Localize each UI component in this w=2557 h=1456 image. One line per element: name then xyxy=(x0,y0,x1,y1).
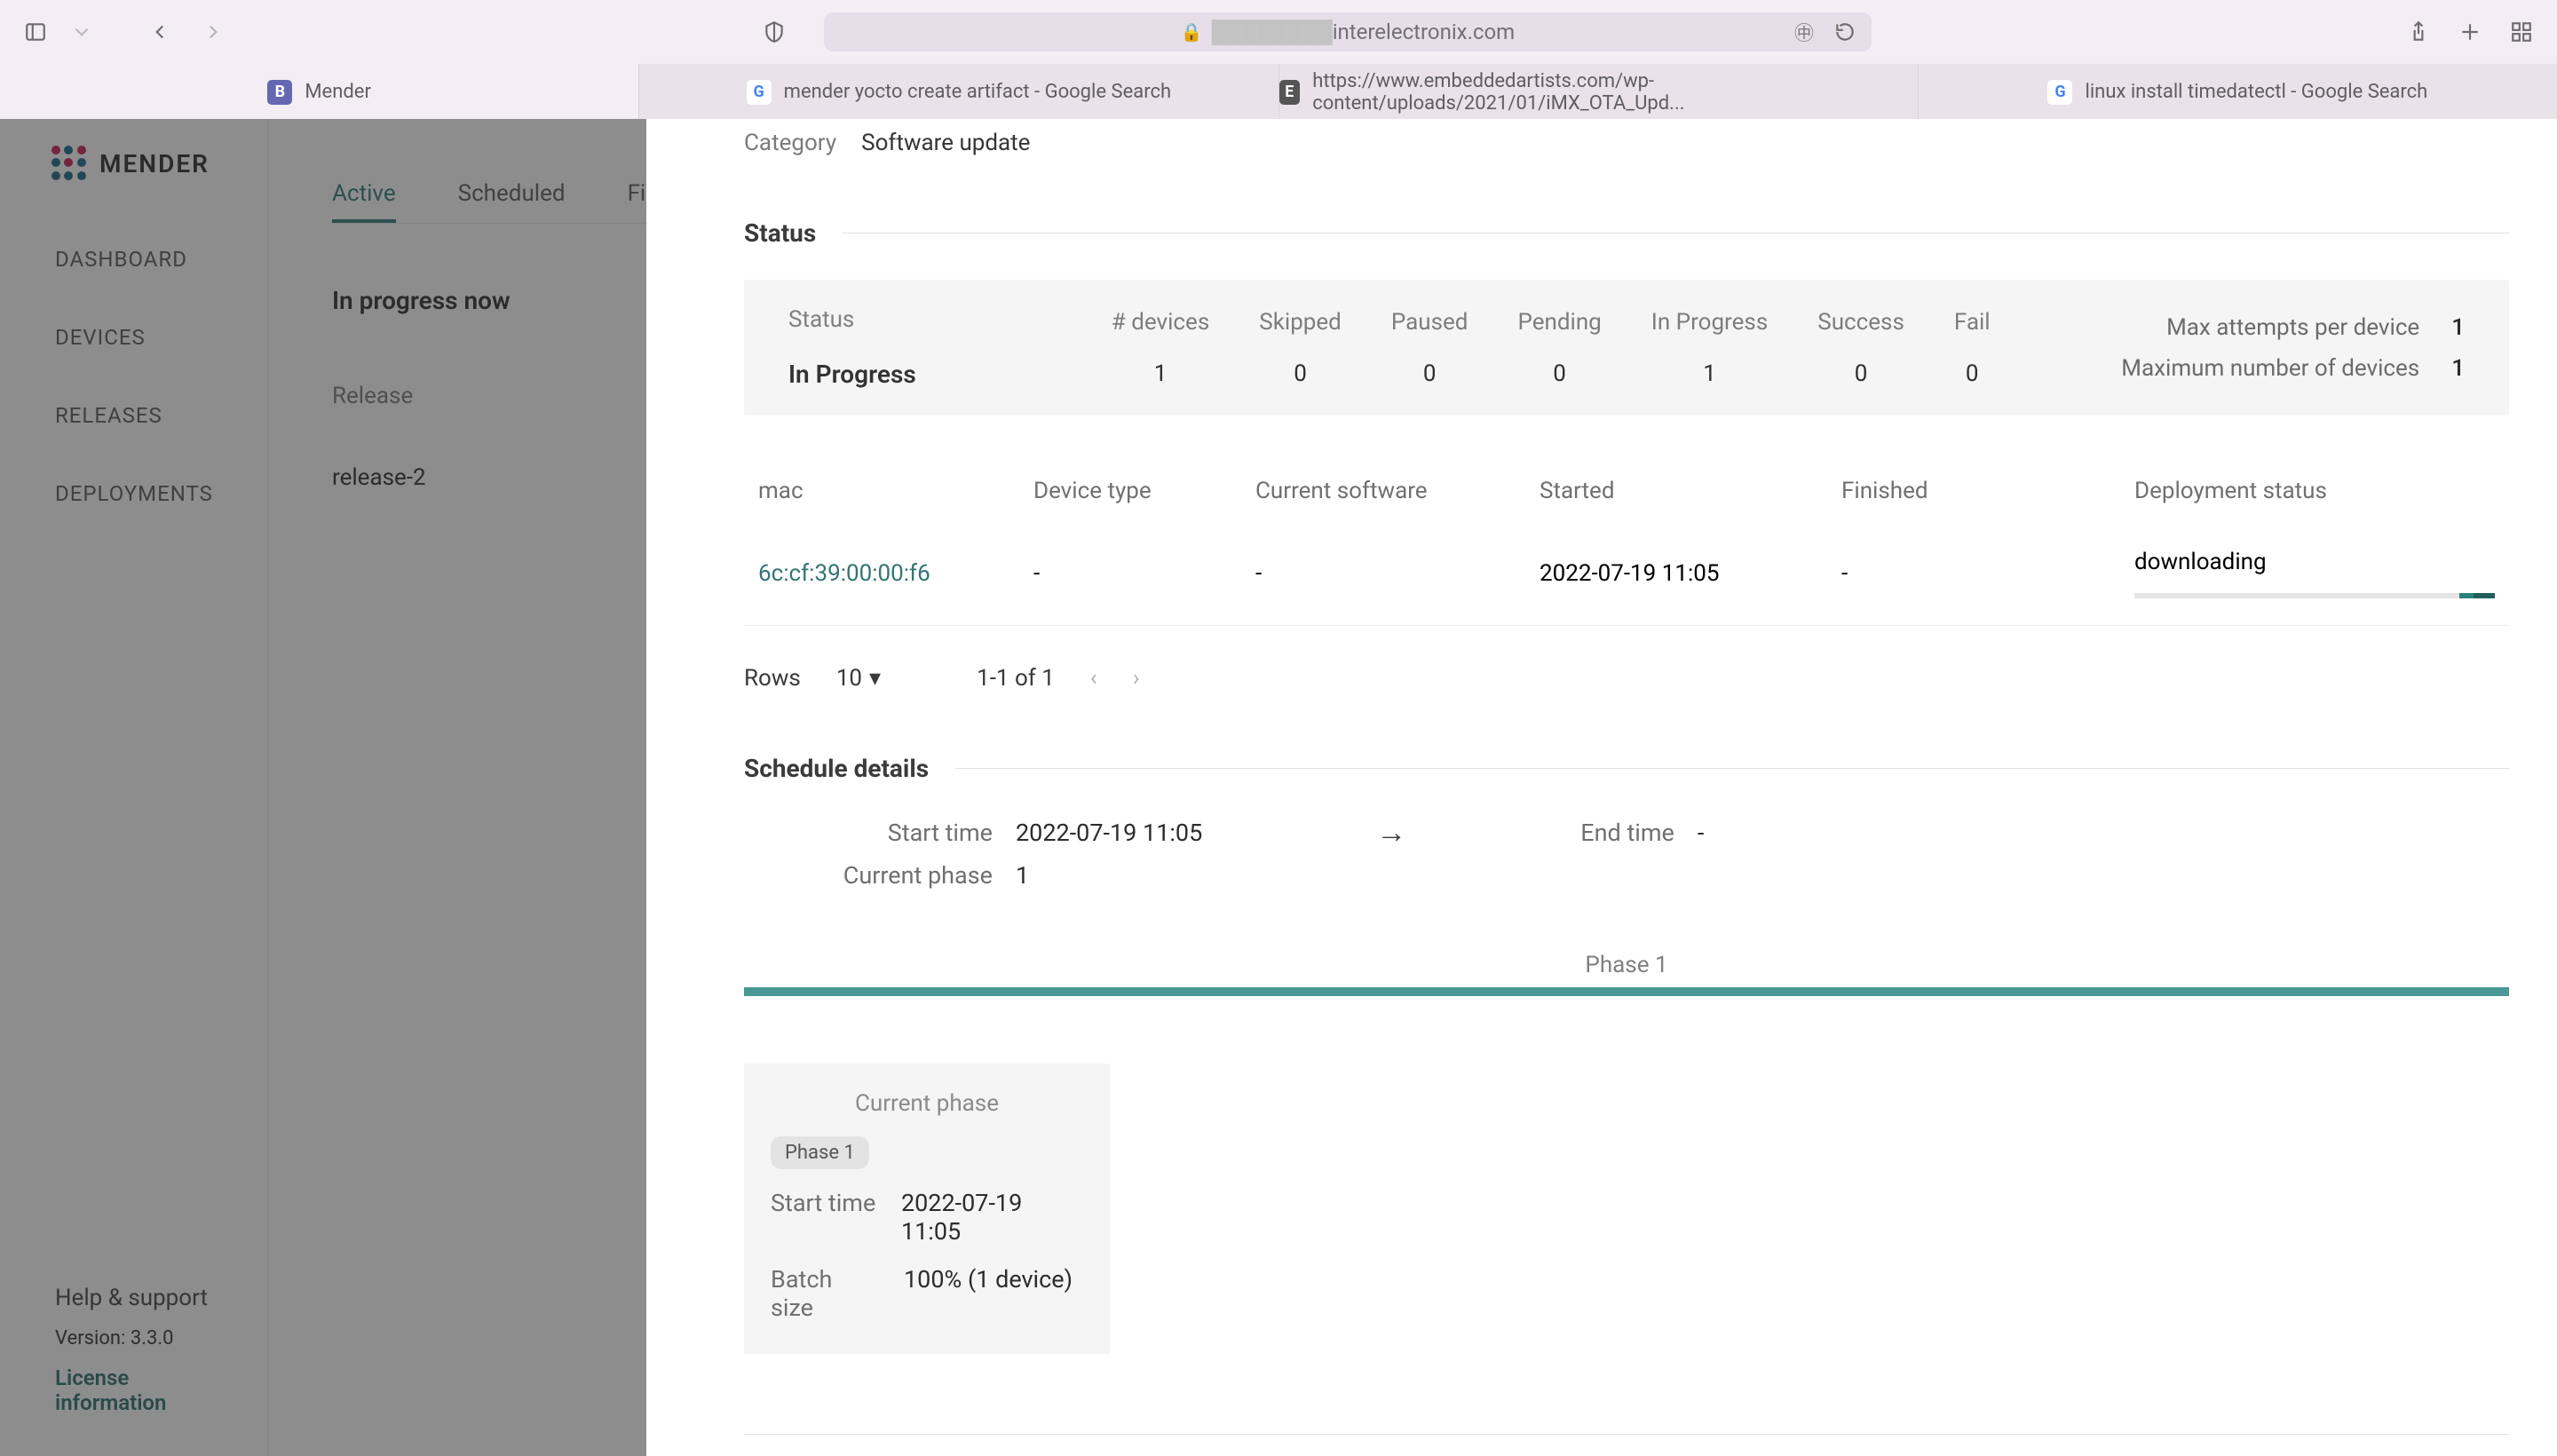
rows-select[interactable]: 10 ▾ xyxy=(836,665,881,692)
page-prev-icon[interactable]: ‹ xyxy=(1090,665,1097,692)
sched-end-value: - xyxy=(1698,819,1704,847)
address-bar[interactable]: 🔒 ████████ interelectronix.com ㊥ xyxy=(824,12,1872,51)
phase-start-value: 2022-07-19 11:05 xyxy=(901,1189,1083,1246)
max-attempts-value: 1 xyxy=(2451,314,2465,341)
val-fail: 0 xyxy=(1966,360,1979,387)
share-icon[interactable] xyxy=(2404,18,2433,46)
deployment-detail-modal: Category Software update Status Status I… xyxy=(646,119,2557,1456)
sched-phase-value: 1 xyxy=(1016,861,1029,890)
th-cursw: Current software xyxy=(1255,478,1540,504)
page-range: 1-1 of 1 xyxy=(977,665,1055,692)
browser-toolbar: 🔒 ████████ interelectronix.com ㊥ xyxy=(0,0,2557,64)
lock-icon: 🔒 xyxy=(1181,21,1203,43)
phase-card-title: Current phase xyxy=(771,1090,1083,1117)
col-inprogress: In Progress xyxy=(1651,309,1768,336)
col-devices: # devices xyxy=(1112,309,1209,336)
th-mac: mac xyxy=(758,478,1033,504)
browser-tab-mender[interactable]: B Mender xyxy=(0,64,638,119)
th-started: Started xyxy=(1540,478,1841,504)
val-pending: 0 xyxy=(1553,360,1566,387)
sched-phase-label: Current phase xyxy=(744,861,993,890)
sidebar-toggle-icon[interactable] xyxy=(21,18,50,46)
tab-overview-icon[interactable] xyxy=(2507,18,2536,46)
max-devices-label: Maximum number of devices xyxy=(2121,355,2419,382)
url-domain: interelectronix.com xyxy=(1333,20,1516,44)
page-next-icon[interactable]: › xyxy=(1133,665,1140,692)
val-paused: 0 xyxy=(1423,360,1437,387)
privacy-shield-icon[interactable] xyxy=(760,18,788,46)
favicon-e-icon: E xyxy=(1279,80,1301,105)
status-summary-box: Status In Progress # devices 1 Skipped 0 P… xyxy=(744,280,2509,415)
rows-value: 10 xyxy=(836,665,862,692)
col-pending: Pending xyxy=(1517,309,1601,336)
val-inprogress: 1 xyxy=(1703,360,1716,387)
url-blurred-prefix: ████████ xyxy=(1212,20,1333,45)
favicon-g-icon: G xyxy=(2047,80,2072,105)
browser-tab-artifact-search[interactable]: G mender yocto create artifact - Google … xyxy=(638,64,1278,119)
sched-end-label: End time xyxy=(1580,819,1674,847)
val-devices: 1 xyxy=(1154,360,1168,387)
cell-started: 2022-07-19 11:05 xyxy=(1540,560,1841,587)
col-fail: Fail xyxy=(1954,309,1991,336)
phase-bar-label: Phase 1 xyxy=(1585,952,1667,978)
status-value: In Progress xyxy=(788,360,916,389)
th-devtype: Device type xyxy=(1033,478,1255,504)
cell-finished: - xyxy=(1841,560,2134,587)
max-devices-value: 1 xyxy=(2451,355,2465,382)
sched-start-value: 2022-07-19 11:05 xyxy=(1016,819,1202,847)
tab-label: mender yocto create artifact - Google Se… xyxy=(784,81,1171,103)
new-tab-icon[interactable] xyxy=(2456,18,2484,46)
sched-start-label: Start time xyxy=(744,819,993,847)
favicon-b-icon: B xyxy=(267,80,292,105)
phase-badge: Phase 1 xyxy=(771,1136,869,1169)
download-progress-bar xyxy=(2134,593,2495,598)
cell-cursw: - xyxy=(1255,560,1540,587)
th-finished: Finished xyxy=(1841,478,2134,504)
status-label: Status xyxy=(788,306,916,333)
status-section-title: Status xyxy=(744,218,2509,248)
phase-batch-value: 100% (1 device) xyxy=(904,1265,1073,1322)
translate-icon[interactable]: ㊥ xyxy=(1790,18,1818,46)
reload-icon[interactable] xyxy=(1831,18,1859,46)
chevron-down-icon: ▾ xyxy=(869,665,881,692)
cell-depstatus: downloading xyxy=(2134,549,2267,575)
current-phase-card: Current phase Phase 1 Start time 2022-07… xyxy=(744,1064,1110,1354)
category-value: Software update xyxy=(861,130,1030,156)
schedule-section-title: Schedule details xyxy=(744,754,2509,783)
tab-label: Mender xyxy=(305,81,371,103)
dropdown-chevron-icon[interactable] xyxy=(67,18,96,46)
cell-mac[interactable]: 6c:cf:39:00:00:f6 xyxy=(758,560,1033,587)
favicon-g-icon: G xyxy=(747,80,772,105)
category-label: Category xyxy=(744,130,836,156)
browser-tab-strip: B Mender G mender yocto create artifact … xyxy=(0,64,2557,119)
val-success: 0 xyxy=(1855,360,1868,387)
browser-tab-timedatectl-search[interactable]: G linux install timedatectl - Google Sea… xyxy=(1918,64,2557,119)
phase-start-label: Start time xyxy=(771,1189,878,1246)
divider xyxy=(744,1434,2509,1435)
table-row[interactable]: 6c:cf:39:00:00:f6 - - 2022-07-19 11:05 -… xyxy=(744,522,2509,626)
cell-devtype: - xyxy=(1033,560,1255,587)
tab-label: https://www.embeddedartists.com/wp-conte… xyxy=(1312,70,1918,115)
col-paused: Paused xyxy=(1391,309,1468,336)
browser-tab-embedded-artists[interactable]: E https://www.embeddedartists.com/wp-con… xyxy=(1278,64,1918,119)
table-pager: Rows 10 ▾ 1-1 of 1 ‹ › xyxy=(744,665,2509,692)
phase-progress-bar xyxy=(744,987,2509,996)
rows-label: Rows xyxy=(744,665,801,692)
max-attempts-label: Max attempts per device xyxy=(2166,314,2419,341)
val-skipped: 0 xyxy=(1294,360,1307,387)
tab-label: linux install timedatectl - Google Searc… xyxy=(2085,81,2427,103)
forward-icon[interactable] xyxy=(199,18,227,46)
col-skipped: Skipped xyxy=(1259,309,1342,336)
col-success: Success xyxy=(1817,309,1904,336)
arrow-right-icon: → xyxy=(1376,815,1406,851)
th-depstatus: Deployment status xyxy=(2134,478,2495,504)
phase-batch-label: Batch size xyxy=(771,1265,881,1322)
back-icon[interactable] xyxy=(146,18,174,46)
devices-table: mac Device type Current software Started… xyxy=(744,460,2509,626)
